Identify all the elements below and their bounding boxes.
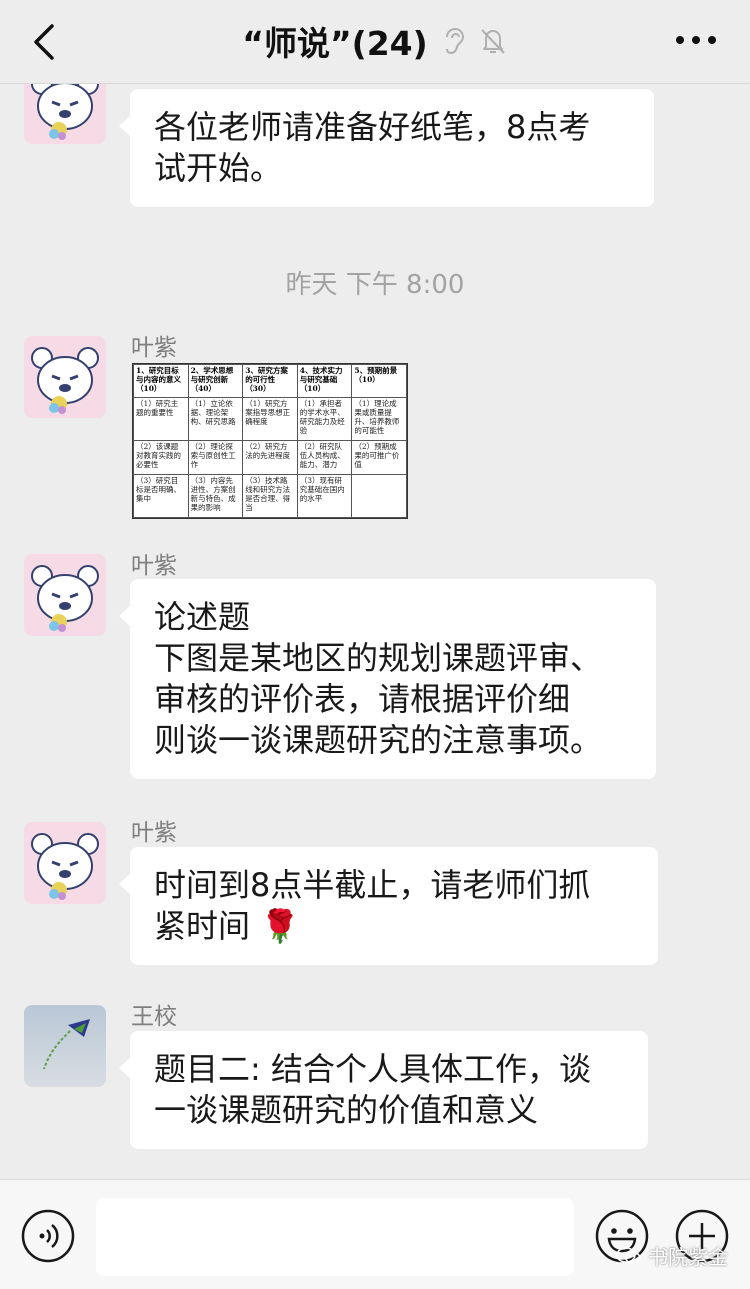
message-line: 审核的评价表，请根据评价细 xyxy=(154,680,571,718)
message-line: 论述题 xyxy=(154,598,251,636)
evaluation-table: 1、研究目标与内容的意义（10） 2、学术思想与研究创新（40） 3、研究方案的… xyxy=(133,363,407,519)
table-cell: （2）预期成果的可推广价值 xyxy=(351,440,407,475)
table-cell xyxy=(351,473,407,519)
table-cell: （3）技术路线和研究方法是否合理、得当 xyxy=(242,473,298,519)
sender-name: 叶紫 xyxy=(131,820,177,846)
chat-title[interactable]: “师说”(24) xyxy=(242,17,427,65)
chat-title-wrap: “师说”(24) xyxy=(0,18,750,64)
more-icon[interactable] xyxy=(672,30,720,50)
sender-name: 王校 xyxy=(131,1004,177,1030)
timestamp: 昨天 下午 8:00 xyxy=(285,270,465,300)
table-cell: （1）研究主题的重要性 xyxy=(133,397,189,442)
message-input[interactable] xyxy=(96,1198,574,1276)
table-cell: （1）立论依据、理论架构、研究思路 xyxy=(187,397,244,442)
table-cell: （3）现有研究基础在国内的水平 xyxy=(296,473,353,519)
table-cell: （2）研究方法的先进程度 xyxy=(242,440,298,475)
table-cell: （2）理论探索与原创性工作 xyxy=(187,440,244,475)
message-bubble-1[interactable]: 各位老师请准备好纸笔，8点考 试开始。 xyxy=(119,89,654,207)
watermark-text: 书院紫金 xyxy=(648,1245,728,1269)
table-cell: （2）研究队伍人员构成、能力、潜力 xyxy=(296,440,353,475)
message-line: 题目二: 结合个人具体工作，谈 xyxy=(154,1050,591,1088)
table-cell: （2）该课题对教育实践的必要性 xyxy=(133,440,189,475)
avatar-bear[interactable] xyxy=(24,554,106,636)
ear-icon xyxy=(445,27,464,55)
navbar: “师说”(24) xyxy=(0,0,750,84)
table-header-cell: 5、预期前景（10） xyxy=(351,363,407,399)
message-line: 则谈一谈课题研究的注意事项。 xyxy=(154,721,603,759)
chat-area[interactable]: 各位老师请准备好纸笔，8点考 试开始。 昨天 下午 8:00 叶紫 1、研究目标… xyxy=(0,84,750,1179)
message-line: 紧时间 🌹 xyxy=(154,907,301,945)
avatar-bear[interactable] xyxy=(24,336,106,418)
avatar-kite[interactable] xyxy=(24,1005,106,1087)
table-header-cell: 4、技术实力与研究基础（10） xyxy=(296,363,353,399)
table-cell: （1）研究方案指导思想正确程度 xyxy=(242,397,298,442)
table-cell: （3）研究目标是否明确、集中 xyxy=(133,473,189,519)
message-bubble-deadline[interactable]: 时间到8点半截止，请老师们抓 紧时间 🌹 xyxy=(119,847,658,965)
mute-icon xyxy=(481,29,505,54)
input-bar xyxy=(0,1179,750,1289)
avatar-bear[interactable] xyxy=(24,84,106,144)
voice-icon[interactable] xyxy=(20,1208,76,1264)
table-cell: （1）承担者的学术水平、研究能力及经验 xyxy=(296,397,353,442)
message-line: 时间到8点半截止，请老师们抓 xyxy=(154,866,591,904)
table-header-cell: 3、研究方案的可行性（30） xyxy=(242,363,298,399)
avatar-bear[interactable] xyxy=(24,822,106,904)
message-line: 各位老师请准备好纸笔，8点考 xyxy=(154,108,591,146)
table-header-cell: 1、研究目标与内容的意义（10） xyxy=(133,363,189,399)
wechat-logo-icon xyxy=(616,1246,641,1264)
message-line: 下图是某地区的规划课题评审、 xyxy=(154,639,603,677)
watermark: 书院紫金 xyxy=(616,1241,728,1270)
message-image-table[interactable]: 1、研究目标与内容的意义（10） 2、学术思想与研究创新（40） 3、研究方案的… xyxy=(132,363,408,519)
sender-name: 叶紫 xyxy=(131,553,177,579)
table-header-cell: 2、学术思想与研究创新（40） xyxy=(187,363,244,399)
table-cell: （3）内容先进性、方案创新与特色、成果的影响 xyxy=(187,473,244,519)
message-bubble-essay[interactable]: 论述题 下图是某地区的规划课题评审、 审核的评价表，请根据评价细 则谈一谈课题研… xyxy=(119,579,656,779)
message-line: 一谈课题研究的价值和意义 xyxy=(154,1091,539,1129)
message-bubble-question-two[interactable]: 题目二: 结合个人具体工作，谈 一谈课题研究的价值和意义 xyxy=(119,1031,648,1149)
table-cell: （1）理论成果或质量提升、培养教师的可能性 xyxy=(351,397,407,442)
sender-name: 叶紫 xyxy=(131,335,177,361)
message-line: 试开始。 xyxy=(154,149,283,187)
